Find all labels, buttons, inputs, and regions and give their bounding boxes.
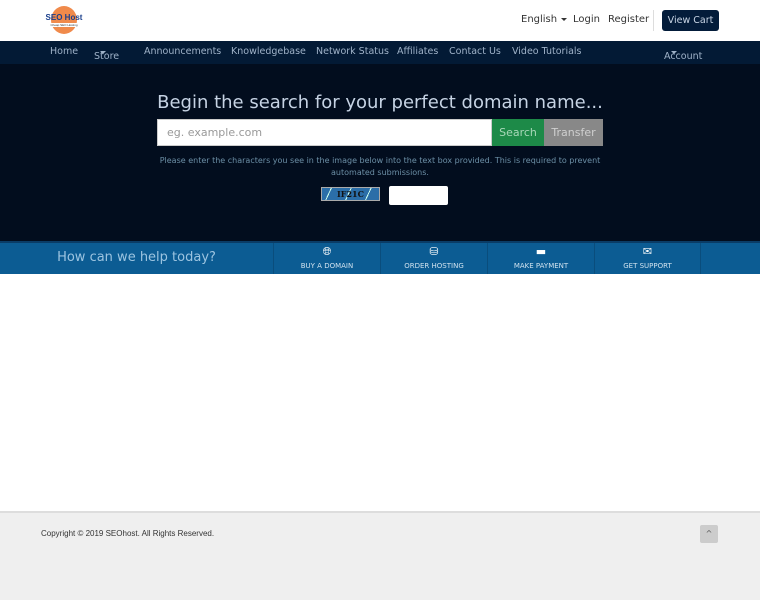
footer: Copyright © 2019 SEOhost. All Rights Res… [0, 511, 760, 600]
make-payment-button[interactable]: ▬ MAKE PAYMENT [487, 243, 594, 274]
nav-home[interactable]: Home [50, 46, 78, 57]
get-support-button[interactable]: ✉ GET SUPPORT [594, 243, 701, 274]
help-question: How can we help today? [57, 250, 216, 265]
search-button[interactable]: Search [492, 119, 544, 146]
buy-domain-button[interactable]: 🌐︎ BUY A DOMAIN [273, 243, 380, 274]
captcha-note: Please enter the characters you see in t… [159, 156, 601, 177]
transfer-button[interactable]: Transfer [544, 119, 603, 146]
hero-title: Begin the search for your perfect domain… [157, 92, 603, 113]
login-link[interactable]: Login [573, 14, 600, 25]
nav-network-status[interactable]: Network Status [316, 46, 389, 57]
globe-icon: 🌐︎ [322, 245, 332, 258]
nav-affiliates[interactable]: Affiliates [397, 46, 438, 57]
domain-search-input[interactable]: eg. example.com [157, 119, 492, 146]
envelope-icon: ✉ [642, 245, 653, 258]
nav-announcements[interactable]: Announcements [144, 46, 221, 57]
help-bar: How can we help today? 🌐︎ BUY A DOMAIN ⛁ O… [0, 241, 760, 274]
server-icon: ⛁ [429, 245, 439, 258]
caret-down-icon [100, 51, 106, 54]
back-to-top-button[interactable]: ^ [700, 525, 718, 543]
captcha-image: IF21C [321, 187, 380, 201]
main-nav: Home Store Announcements Knowledgebase N… [0, 41, 760, 64]
divider [653, 10, 654, 31]
view-cart-button[interactable]: View Cart [662, 10, 719, 31]
caret-down-icon [671, 51, 677, 54]
credit-card-icon: ▬ [535, 245, 547, 258]
register-link[interactable]: Register [608, 14, 649, 25]
order-hosting-button[interactable]: ⛁ ORDER HOSTING [380, 243, 487, 274]
nav-video-tutorials[interactable]: Video Tutorials [512, 46, 582, 57]
header: SEO Host Cheap SEO Hosting English Login … [0, 0, 760, 41]
copyright: Copyright © 2019 SEOhost. All Rights Res… [41, 529, 215, 538]
nav-contact-us[interactable]: Contact Us [449, 46, 501, 57]
logo[interactable]: SEO Host Cheap SEO Hosting [42, 6, 86, 34]
nav-knowledgebase[interactable]: Knowledgebase [231, 46, 306, 57]
domain-search-hero: Begin the search for your perfect domain… [0, 64, 760, 241]
caret-down-icon [561, 17, 568, 21]
language-dropdown[interactable]: English [521, 14, 568, 25]
captcha-input[interactable] [389, 186, 448, 205]
